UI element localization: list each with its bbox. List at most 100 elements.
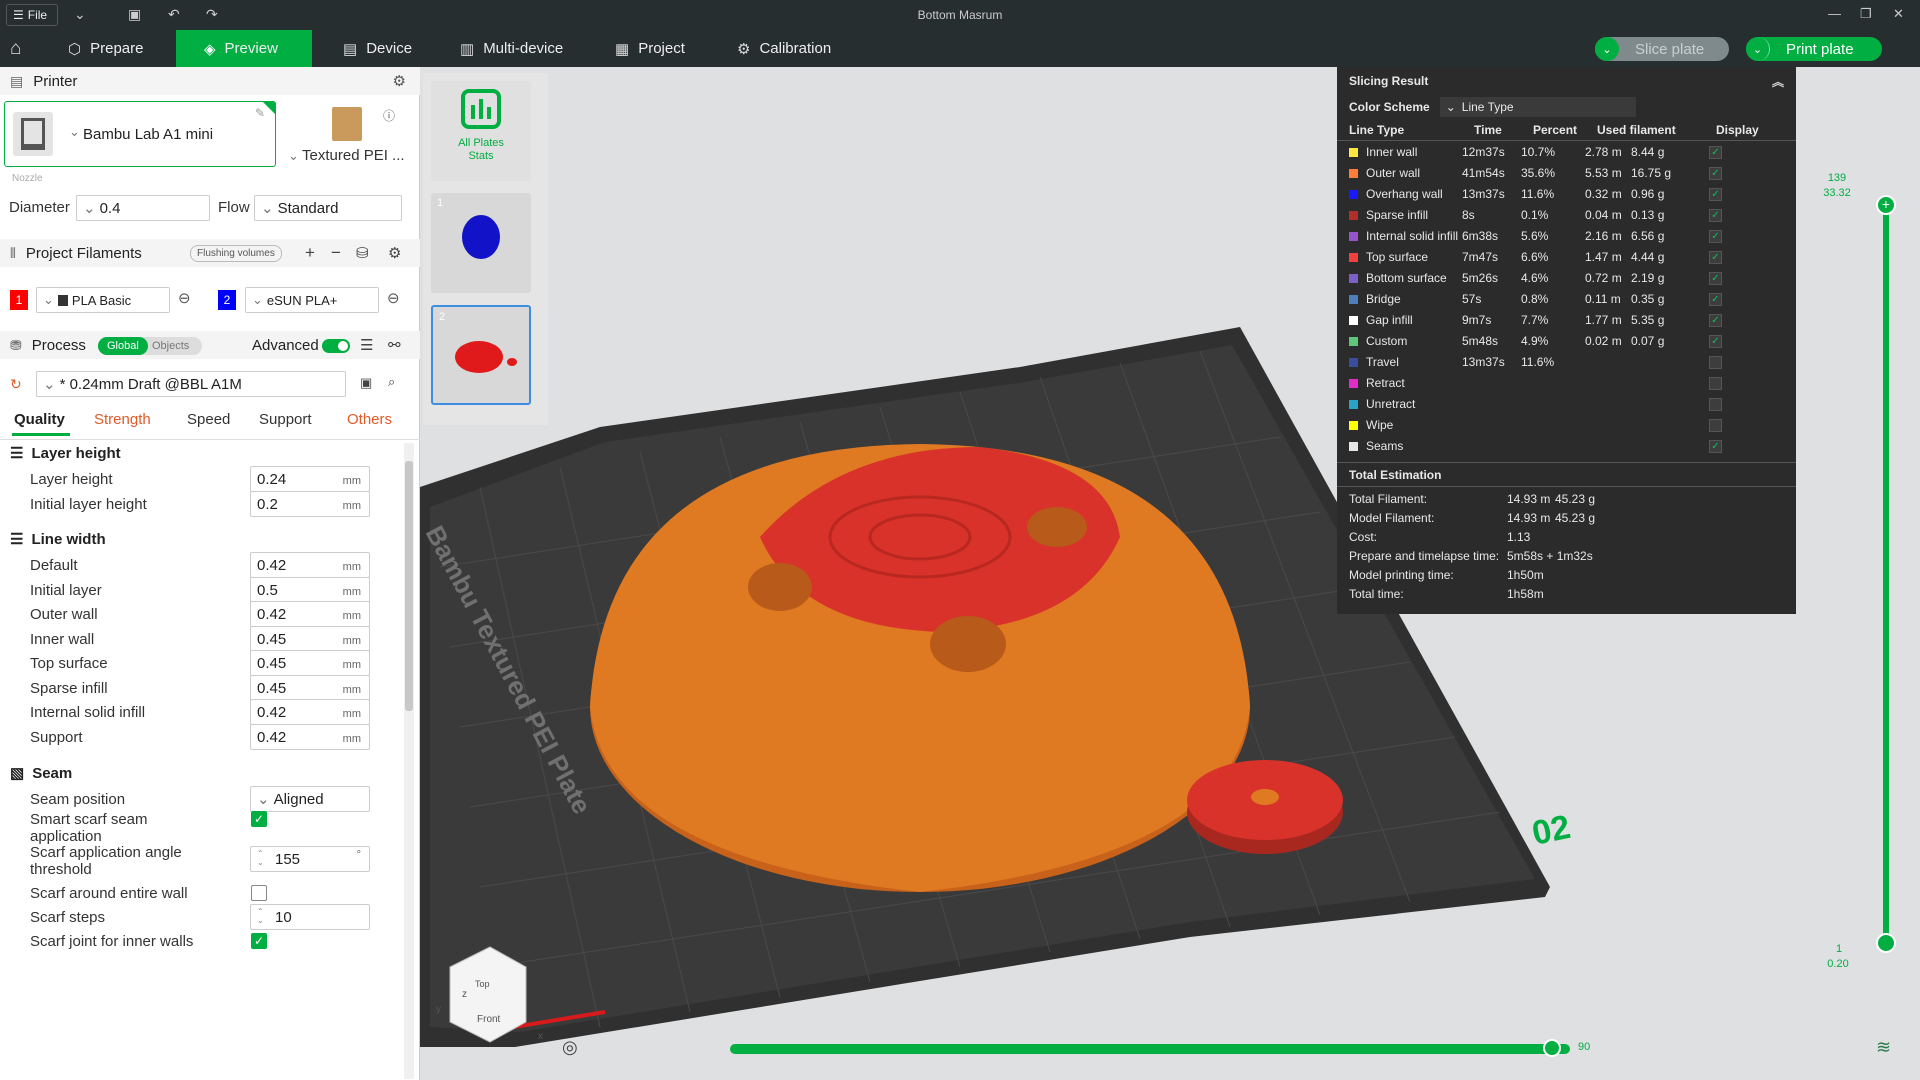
search-icon[interactable]: ⌕ [388, 374, 395, 390]
line-width-input[interactable]: 0.42 mm [250, 699, 370, 725]
diameter-select[interactable]: ⌄ 0.4 [76, 195, 210, 221]
scarf-inner-walls-checkbox[interactable]: ✓ [251, 933, 267, 949]
all-plates-stats-button[interactable]: All Plates Stats [431, 81, 531, 181]
advanced-switch[interactable] [322, 339, 350, 353]
settings-scrollbar[interactable] [404, 443, 414, 1079]
layers-icon[interactable]: ≋ [1876, 1037, 1891, 1058]
minimize-icon[interactable]: — [1828, 6, 1841, 21]
device-icon: ▤ [343, 40, 358, 58]
tab-multi-device[interactable]: ▥ Multi-device [460, 30, 563, 67]
display-checkbox[interactable] [1709, 376, 1722, 390]
home-button[interactable]: ⌂ [10, 30, 21, 67]
display-checkbox[interactable]: ✓ [1709, 166, 1722, 180]
line-width-input[interactable]: 0.5 mm [250, 577, 370, 603]
add-icon[interactable]: + [305, 243, 315, 263]
layer-slider-track[interactable] [1883, 205, 1889, 943]
tab-prepare[interactable]: ⬡ Prepare [68, 30, 143, 67]
camera-reset-icon[interactable]: ◎ [562, 1037, 578, 1058]
filament-2-swatch[interactable]: 2 [218, 290, 236, 310]
objects-toggle[interactable]: Objects [152, 337, 189, 355]
tab-device[interactable]: ▤ Device [343, 30, 412, 67]
line-width-input[interactable]: 0.42 mm [250, 601, 370, 627]
display-checkbox[interactable]: ✓ [1709, 229, 1722, 243]
initial-layer-height-input[interactable]: 0.2 mm [250, 491, 370, 517]
scarf-entire-wall-checkbox[interactable] [251, 885, 267, 901]
display-checkbox[interactable]: ✓ [1709, 313, 1722, 327]
sync-icon[interactable]: ⛁ [356, 244, 369, 262]
global-toggle[interactable]: Global [98, 337, 148, 355]
color-scheme-select[interactable]: ⌄ Line Type [1439, 97, 1636, 117]
smart-scarf-checkbox[interactable]: ✓ [251, 811, 267, 827]
plate-number: 02 [1529, 808, 1574, 853]
layer-height-input[interactable]: 0.24 mm [250, 466, 370, 492]
layer-slider-bottom-handle[interactable] [1876, 933, 1896, 953]
filament-1-swatch[interactable]: 1 [10, 290, 28, 310]
scarf-steps-input[interactable]: ⌃ ⌄ 10 [250, 904, 370, 930]
reset-icon[interactable]: ↻ [10, 376, 22, 393]
svg-text:Top: Top [475, 979, 490, 989]
color-swatch [1349, 273, 1358, 283]
tab-calibration[interactable]: ⚙ Calibration [737, 30, 831, 67]
list-icon[interactable]: ☰ [360, 336, 373, 354]
flushing-volumes-button[interactable]: Flushing volumes [190, 245, 282, 262]
subtab-support[interactable]: Support [259, 411, 312, 428]
gear-icon[interactable]: ⚙ [393, 72, 406, 90]
display-checkbox[interactable]: ✓ [1709, 334, 1722, 348]
filament-2-select[interactable]: ⌄ eSUN PLA+ [245, 287, 379, 313]
plate-2-thumbnail[interactable]: 2 [431, 305, 531, 405]
line-width-input[interactable]: 0.42 mm [250, 552, 370, 578]
flow-select[interactable]: ⌄ Standard [254, 195, 402, 221]
line-width-input[interactable]: 0.42 mm [250, 724, 370, 750]
remove-icon[interactable]: − [331, 243, 341, 263]
spin-icon[interactable]: ⌃ ⌄ [257, 849, 264, 867]
plate-type-select[interactable]: Textured PEI ... [302, 147, 405, 164]
subtab-strength[interactable]: Strength [94, 411, 151, 428]
close-icon[interactable]: ✕ [1893, 6, 1904, 22]
display-checkbox[interactable]: ✓ [1709, 187, 1722, 201]
display-checkbox[interactable]: ✓ [1709, 271, 1722, 285]
line-width-input[interactable]: 0.45 mm [250, 650, 370, 676]
printer-selector[interactable]: ⌄ Bambu Lab A1 mini ✎ [4, 101, 276, 167]
filament-2-options-icon[interactable]: ⊖ [387, 289, 400, 307]
scarf-angle-input[interactable]: ⌃ ⌄ 155 ° [250, 846, 370, 872]
display-checkbox[interactable] [1709, 355, 1722, 369]
display-checkbox[interactable]: ✓ [1709, 250, 1722, 264]
plate-1-thumbnail[interactable]: 1 [431, 193, 531, 293]
display-checkbox[interactable]: ✓ [1709, 292, 1722, 306]
subtab-quality[interactable]: Quality [14, 411, 65, 428]
gear-icon[interactable]: ⚙ [388, 244, 401, 262]
display-checkbox[interactable]: ✓ [1709, 439, 1722, 453]
filament-1-select[interactable]: ⌄ PLA Basic [36, 287, 170, 313]
compare-icon[interactable]: ⚯ [388, 336, 401, 354]
svg-text:x: x [538, 1031, 543, 1042]
subtab-speed[interactable]: Speed [187, 411, 230, 428]
seam-position-select[interactable]: ⌄ Aligned [250, 786, 370, 812]
display-checkbox[interactable]: ✓ [1709, 145, 1722, 159]
print-plate-button[interactable]: ⌄ Print plate [1746, 37, 1882, 61]
scrollbar-thumb[interactable] [405, 461, 413, 711]
filament-1-options-icon[interactable]: ⊖ [178, 289, 191, 307]
line-width-input[interactable]: 0.45 mm [250, 675, 370, 701]
tab-preview[interactable]: ◈ Preview [176, 30, 312, 67]
spin-icon[interactable]: ⌃ ⌄ [257, 907, 264, 925]
layer-slider-top-handle[interactable]: + [1876, 195, 1896, 215]
tab-project[interactable]: ▦ Project [615, 30, 685, 67]
info-icon[interactable]: ⓘ [383, 107, 395, 124]
move-slider-track[interactable] [730, 1044, 1570, 1054]
cube-icon: ⬡ [68, 40, 82, 58]
line-width-input[interactable]: 0.45 mm [250, 626, 370, 652]
chevron-down-icon: ⌄ [83, 200, 96, 217]
save-preset-icon[interactable]: ▣ [360, 375, 372, 391]
subtab-others[interactable]: Others [347, 411, 392, 428]
slice-plate-button[interactable]: ⌄ Slice plate [1595, 37, 1729, 61]
restore-icon[interactable]: ❐ [1860, 6, 1872, 22]
table-row: Travel 13m37s 11.6% [1337, 351, 1796, 372]
display-checkbox[interactable] [1709, 397, 1722, 411]
move-slider-handle[interactable] [1543, 1039, 1561, 1057]
display-checkbox[interactable] [1709, 418, 1722, 432]
process-preset-select[interactable]: ⌄ * 0.24mm Draft @BBL A1M [36, 371, 346, 397]
color-swatch [1349, 294, 1358, 304]
display-checkbox[interactable]: ✓ [1709, 208, 1722, 222]
home-icon: ⌂ [10, 37, 22, 59]
collapse-icon[interactable]: ︽ [1772, 73, 1784, 90]
